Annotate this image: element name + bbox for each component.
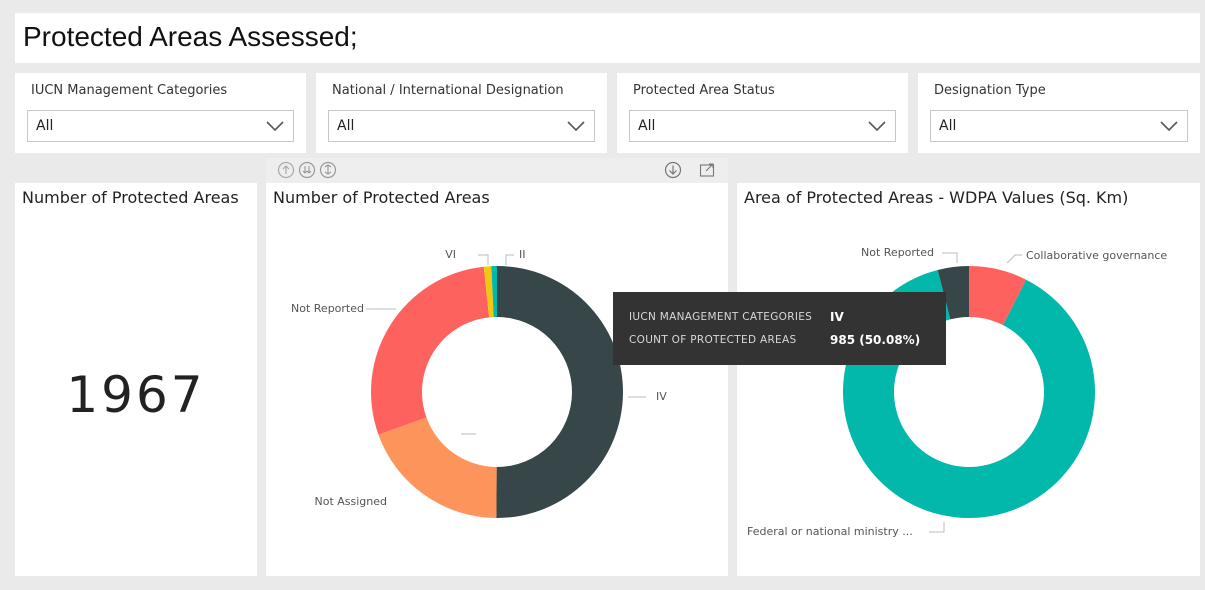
designation-type-dropdown[interactable]: All [930,110,1188,142]
leader-line-federal [929,522,945,533]
label-ii: II [519,248,526,261]
card-title: Number of Protected Areas [22,188,239,207]
card-visual[interactable]: Number of Protected Areas 1967 [15,183,257,576]
pa-status-dropdown[interactable]: All [629,110,896,142]
dropdown-value: All [36,118,54,134]
dropdown-value: All [337,118,355,134]
expand-hierarchy-icon[interactable] [319,161,337,179]
label-vi: VI [445,248,456,261]
chart-tooltip: IUCN MANAGEMENT CATEGORIES IV COUNT OF P… [613,292,946,365]
label-federal-ministry: Federal or national ministry ... [747,525,913,538]
slicer-designation-type: Designation Type All [918,73,1200,153]
leader-line-collaborative [1006,254,1022,264]
slicer-label: Protected Area Status [633,83,775,98]
leader-line-vi [478,254,489,265]
designation-dropdown[interactable]: All [328,110,595,142]
chevron-down-icon [567,121,585,132]
donut-chart-count[interactable]: Number of Protected Areas VI II Not Repo… [266,183,728,576]
tooltip-value-count: 985 (50.08%) [830,333,921,347]
tooltip-value-category: IV [830,310,844,324]
drill-down-all-icon[interactable] [298,161,316,179]
label-not-assigned: Not Assigned [314,495,387,508]
slicer-label: Designation Type [934,83,1046,98]
slicer-iucn-categories: IUCN Management Categories All [15,73,306,153]
focus-mode-icon[interactable] [698,161,716,179]
slice-iv[interactable] [496,266,623,518]
slicer-label: National / International Designation [332,83,564,98]
tooltip-key-count: COUNT OF PROTECTED AREAS [629,334,797,346]
donut-chart-svg: Not Reported Collaborative governance Fe… [747,246,1167,538]
tooltip-key-category: IUCN MANAGEMENT CATEGORIES [629,311,813,323]
chevron-down-icon [266,121,284,132]
card-value: 1967 [66,366,206,424]
slice-not-assigned[interactable] [378,417,497,518]
leader-line-not-reported [942,252,958,263]
slicer-pa-status: Protected Area Status All [617,73,908,153]
visual-header-toolbar [266,158,728,183]
slicer-label: IUCN Management Categories [31,83,228,98]
drill-mode-icon[interactable] [664,161,682,179]
drill-up-icon[interactable] [277,161,295,179]
dropdown-value: All [939,118,957,134]
donut-chart-area[interactable]: Area of Protected Areas - WDPA Values (S… [737,183,1200,576]
label-collaborative-governance: Collaborative governance [1026,249,1167,262]
title-banner: Protected Areas Assessed; [15,13,1200,63]
dropdown-value: All [638,118,656,134]
slice-not-reported[interactable] [370,266,490,435]
leader-line-ii [505,254,514,265]
donut-chart-svg: VI II Not Reported IV Not Assigned [291,248,667,518]
chevron-down-icon [1160,121,1178,132]
label-not-reported: Not Reported [861,246,934,259]
iucn-categories-dropdown[interactable]: All [27,110,294,142]
chevron-down-icon [868,121,886,132]
label-not-reported: Not Reported [291,302,364,315]
label-iv: IV [656,390,667,403]
slicer-designation: National / International Designation All [316,73,607,153]
page-title: Protected Areas Assessed; [23,21,358,52]
